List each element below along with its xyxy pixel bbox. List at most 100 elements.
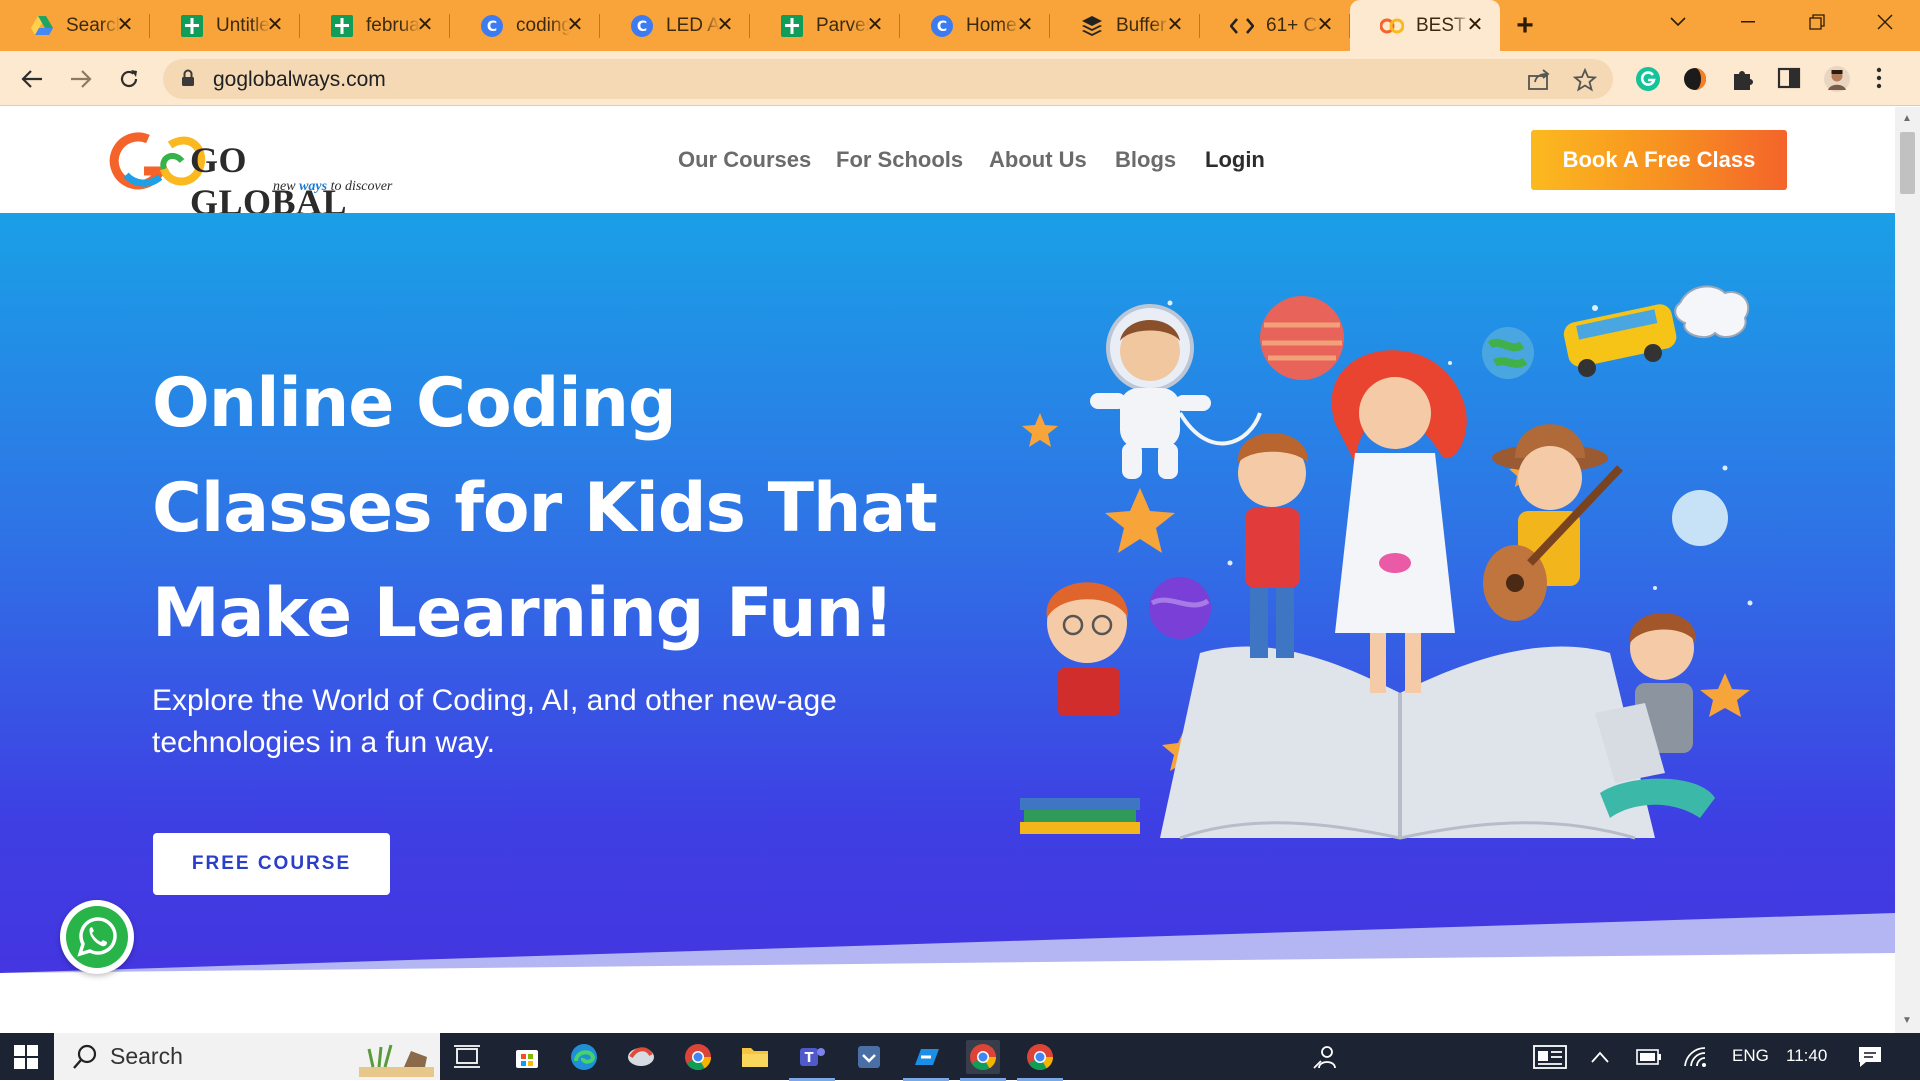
microsoft-teams-icon[interactable]: T	[789, 1040, 835, 1081]
file-explorer-icon[interactable]	[738, 1040, 772, 1074]
windows-logo-icon	[14, 1044, 38, 1069]
restore-window-button[interactable]	[1782, 0, 1852, 44]
tagline-highlight: ways	[299, 179, 328, 194]
copywriting-c-icon: C	[630, 14, 654, 38]
browser-tab[interactable]: C LED Ar ✕	[600, 0, 750, 51]
page-scrollbar[interactable]: ▲ ▼	[1895, 107, 1920, 1033]
chrome-icon[interactable]	[681, 1040, 715, 1074]
tagline-part: to discover	[327, 179, 393, 194]
tab-title: LED Ar	[666, 14, 720, 36]
nav-blogs[interactable]: Blogs	[1115, 147, 1176, 173]
back-arrow-icon[interactable]	[15, 62, 49, 96]
close-tab-icon[interactable]: ✕	[564, 14, 586, 36]
tab-title: 61+ Co	[1266, 14, 1320, 36]
forward-arrow-icon[interactable]	[64, 62, 98, 96]
show-hidden-icons-chevron[interactable]	[1583, 1040, 1617, 1074]
nav-for-schools[interactable]: For Schools	[836, 147, 963, 173]
close-tab-icon[interactable]: ✕	[264, 14, 286, 36]
browser-tab[interactable]: Buffer ✕	[1050, 0, 1200, 51]
whatsapp-chat-button[interactable]	[60, 900, 134, 974]
book-free-class-button[interactable]: Book A Free Class	[1531, 130, 1787, 190]
notifications-icon[interactable]	[1853, 1040, 1887, 1074]
search-placeholder: Search	[110, 1043, 183, 1069]
logo-tagline: new ways to discover	[273, 179, 392, 195]
browser-tab[interactable]: Search ✕	[0, 0, 150, 51]
new-tab-button[interactable]: +	[1500, 0, 1550, 51]
profile-avatar[interactable]	[1824, 66, 1850, 92]
browser-tab[interactable]: Untitle ✕	[150, 0, 300, 51]
close-tab-icon[interactable]: ✕	[114, 14, 136, 36]
google-sheets-icon	[780, 14, 804, 38]
tab-title: Search	[66, 14, 120, 36]
close-window-button[interactable]	[1850, 0, 1920, 44]
url-text: goglobalways.com	[213, 68, 386, 91]
share-icon[interactable]	[1527, 68, 1551, 92]
language-indicator[interactable]: ENG	[1732, 1046, 1769, 1066]
edge-browser-icon[interactable]	[567, 1040, 601, 1074]
browser-tab[interactable]: februa ✕	[300, 0, 450, 51]
microsoft-store-icon[interactable]	[510, 1040, 544, 1074]
search-icon	[73, 1044, 97, 1069]
hero-subtitle: Explore the World of Coding, AI, and oth…	[152, 684, 837, 759]
bookmark-star-icon[interactable]	[1572, 67, 1598, 92]
browser-menu-icon[interactable]	[1876, 66, 1902, 92]
chrome-window-active-icon[interactable]	[960, 1040, 1006, 1081]
hero-title-line: Online Coding	[152, 364, 677, 443]
hero-section: Online Coding Classes for Kids That Make…	[0, 213, 1895, 1028]
extensions-puzzle-icon[interactable]	[1730, 66, 1756, 92]
wifi-icon[interactable]	[1679, 1040, 1713, 1074]
svg-text:C: C	[487, 19, 497, 35]
browser-toolbar: goglobalways.com	[0, 51, 1920, 106]
goglobal-logo-icon	[1380, 14, 1404, 38]
google-sheets-icon	[180, 14, 204, 38]
scroll-up-arrow-icon[interactable]: ▲	[1902, 113, 1912, 124]
tab-search-chevron-icon[interactable]	[1643, 0, 1713, 44]
close-tab-icon[interactable]: ✕	[864, 14, 886, 36]
svg-text:C: C	[637, 19, 647, 35]
browser-tab[interactable]: 61+ Co ✕	[1200, 0, 1350, 51]
browser-tab-active[interactable]: BEST C ✕	[1350, 0, 1500, 51]
hero-wave-divider	[0, 913, 1895, 1028]
close-tab-icon[interactable]: ✕	[1014, 14, 1036, 36]
reload-icon[interactable]	[112, 62, 146, 96]
scrollbar-thumb[interactable]	[1900, 132, 1915, 194]
close-tab-icon[interactable]: ✕	[1464, 14, 1486, 36]
downloads-app-icon[interactable]	[852, 1040, 886, 1074]
tab-title: Untitle	[216, 14, 270, 36]
people-search-icon[interactable]	[1308, 1040, 1342, 1074]
nav-login[interactable]: Login	[1205, 147, 1265, 173]
close-tab-icon[interactable]: ✕	[714, 14, 736, 36]
minimize-window-button[interactable]	[1713, 0, 1783, 44]
remote-desktop-icon[interactable]	[903, 1040, 949, 1081]
hero-title: Online Coding Classes for Kids That Make…	[152, 351, 952, 666]
side-panel-icon[interactable]	[1777, 66, 1803, 92]
tab-title: BEST C	[1416, 14, 1470, 36]
browser-tab[interactable]: C coding ✕	[450, 0, 600, 51]
goglobal-logo[interactable]: GO GLOBAL new ways to discover	[108, 125, 408, 222]
free-course-button[interactable]: FREE COURSE	[153, 833, 390, 895]
scroll-down-arrow-icon[interactable]: ▼	[1902, 1015, 1912, 1026]
news-widget-icon[interactable]	[1533, 1040, 1567, 1074]
close-tab-icon[interactable]: ✕	[1314, 14, 1336, 36]
grammarly-extension-icon[interactable]	[1635, 66, 1661, 92]
close-tab-icon[interactable]: ✕	[1164, 14, 1186, 36]
browser-tab[interactable]: C Home ✕	[900, 0, 1050, 51]
nav-about-us[interactable]: About Us	[989, 147, 1087, 173]
tab-title: coding	[516, 14, 570, 36]
taskbar-search-box[interactable]: Search	[54, 1033, 440, 1080]
battery-icon[interactable]	[1632, 1040, 1666, 1074]
pinned-app-icon[interactable]	[624, 1040, 658, 1074]
tab-title: februa	[366, 14, 420, 36]
browser-tab[interactable]: Parves ✕	[750, 0, 900, 51]
buffer-stack-icon	[1080, 14, 1104, 38]
extension-orange-icon[interactable]	[1682, 66, 1708, 92]
close-tab-icon[interactable]: ✕	[414, 14, 436, 36]
nav-our-courses[interactable]: Our Courses	[678, 147, 811, 173]
lock-icon[interactable]	[181, 69, 195, 92]
address-bar[interactable]: goglobalways.com	[163, 59, 1613, 99]
windows-start-button[interactable]	[0, 1033, 52, 1080]
task-view-icon[interactable]	[450, 1040, 484, 1074]
clock-time[interactable]: 11:40	[1786, 1046, 1827, 1066]
search-highlight-plant-icon	[359, 1044, 434, 1077]
chrome-window-icon[interactable]	[1017, 1040, 1063, 1081]
